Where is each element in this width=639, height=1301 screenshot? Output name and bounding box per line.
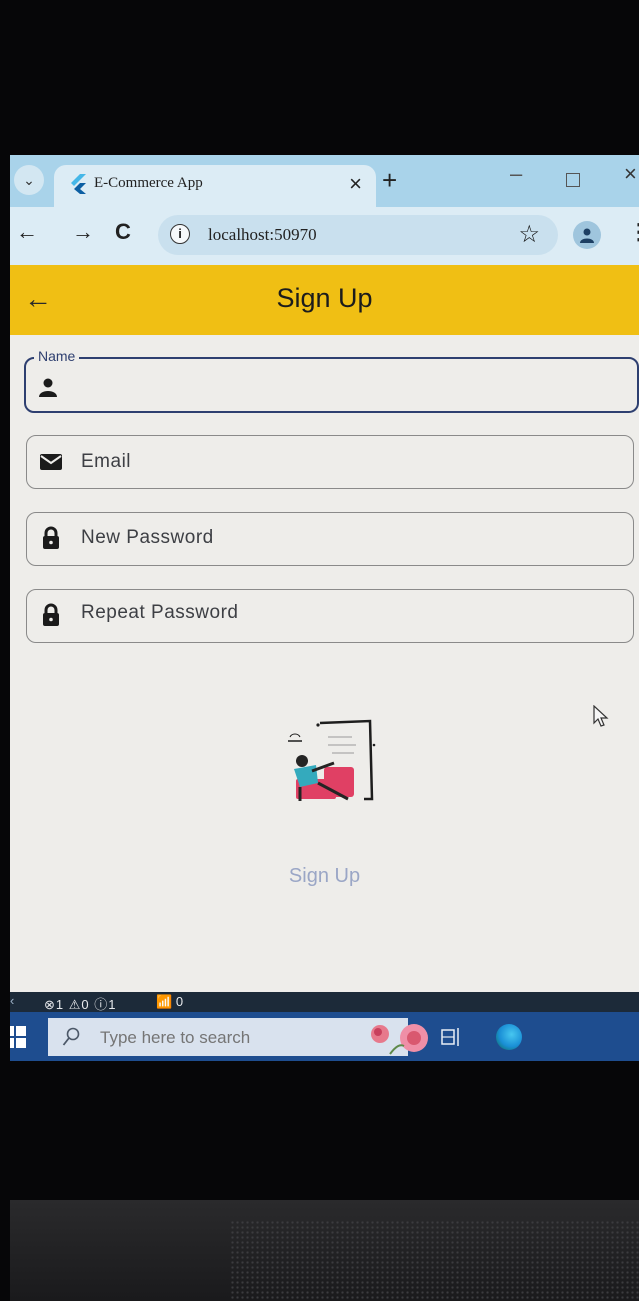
browser-forward-icon[interactable]: → xyxy=(72,219,94,245)
tab-title: E-Commerce App xyxy=(94,175,203,191)
search-icon xyxy=(62,1027,80,1046)
new-password-field[interactable]: New Password xyxy=(26,512,634,566)
windows-taskbar xyxy=(10,1012,639,1061)
monitor-screen: ⌄ E-Commerce App × + – × ← → C i localho… xyxy=(10,155,639,1061)
name-field[interactable]: Name xyxy=(24,348,639,413)
person-icon xyxy=(580,228,594,243)
address-bar[interactable]: i localhost:50970 ☆ xyxy=(158,215,558,255)
browser-back-icon[interactable]: ← xyxy=(16,219,38,245)
windows-start-icon[interactable] xyxy=(10,1026,26,1048)
status-bar: ‹ ⊗1 ⚠0 ⓘ1 📶 0 xyxy=(10,992,639,1012)
minimize-icon[interactable]: – xyxy=(510,161,522,187)
ports-indicator[interactable]: 📶 0 xyxy=(156,994,183,1010)
edge-browser-icon[interactable] xyxy=(496,1024,522,1050)
repeat-password-field[interactable]: Repeat Password xyxy=(26,589,634,643)
flutter-icon xyxy=(71,174,86,194)
task-view-icon[interactable] xyxy=(440,1026,464,1048)
mail-icon xyxy=(40,454,62,470)
name-field-label: Name xyxy=(34,348,80,364)
sign-up-button[interactable]: Sign Up xyxy=(10,865,639,888)
tab-close-icon[interactable]: × xyxy=(349,171,362,197)
browser-toolbar: ← → C i localhost:50970 ☆ ⋮ xyxy=(10,207,639,265)
person-icon xyxy=(39,378,57,397)
ports-icon: 📶 xyxy=(156,994,173,1009)
taskbar-search-box[interactable] xyxy=(48,1018,428,1056)
taskbar-search-input[interactable] xyxy=(100,1028,280,1048)
lock-icon xyxy=(43,603,59,626)
site-info-icon[interactable]: i xyxy=(170,224,190,244)
maximize-icon[interactable] xyxy=(566,173,580,187)
window-close-icon[interactable]: × xyxy=(624,161,637,187)
speaker-grill xyxy=(230,1220,639,1301)
app-bar: ← Sign Up xyxy=(10,265,639,335)
browser-tab[interactable]: E-Commerce App × xyxy=(54,165,376,207)
tab-search-button[interactable]: ⌄ xyxy=(14,165,44,195)
repeat-password-placeholder: Repeat Password xyxy=(81,602,239,623)
remote-indicator-icon[interactable]: ‹ xyxy=(10,993,14,1008)
problems-counter[interactable]: ⊗1 ⚠0 ⓘ1 xyxy=(44,994,116,1013)
laptop-body xyxy=(10,1200,639,1301)
profile-avatar-icon[interactable] xyxy=(573,221,601,249)
bookmark-star-icon[interactable]: ☆ xyxy=(518,220,540,249)
signup-illustration xyxy=(288,719,376,801)
reload-icon[interactable]: C xyxy=(115,219,131,245)
browser-tab-strip: ⌄ E-Commerce App × + – × xyxy=(10,155,639,207)
mouse-cursor-icon xyxy=(593,705,609,727)
new-tab-button[interactable]: + xyxy=(382,165,397,196)
ports-count: 0 xyxy=(175,994,184,1009)
email-field[interactable]: Email xyxy=(26,435,634,489)
search-highlight-flower-icon xyxy=(371,1024,428,1055)
lock-icon xyxy=(43,526,59,549)
email-placeholder: Email xyxy=(81,451,132,472)
new-password-placeholder: New Password xyxy=(81,527,214,548)
browser-menu-icon[interactable]: ⋮ xyxy=(628,219,639,245)
url-text[interactable]: localhost:50970 xyxy=(208,225,317,245)
page-title: Sign Up xyxy=(276,283,373,313)
